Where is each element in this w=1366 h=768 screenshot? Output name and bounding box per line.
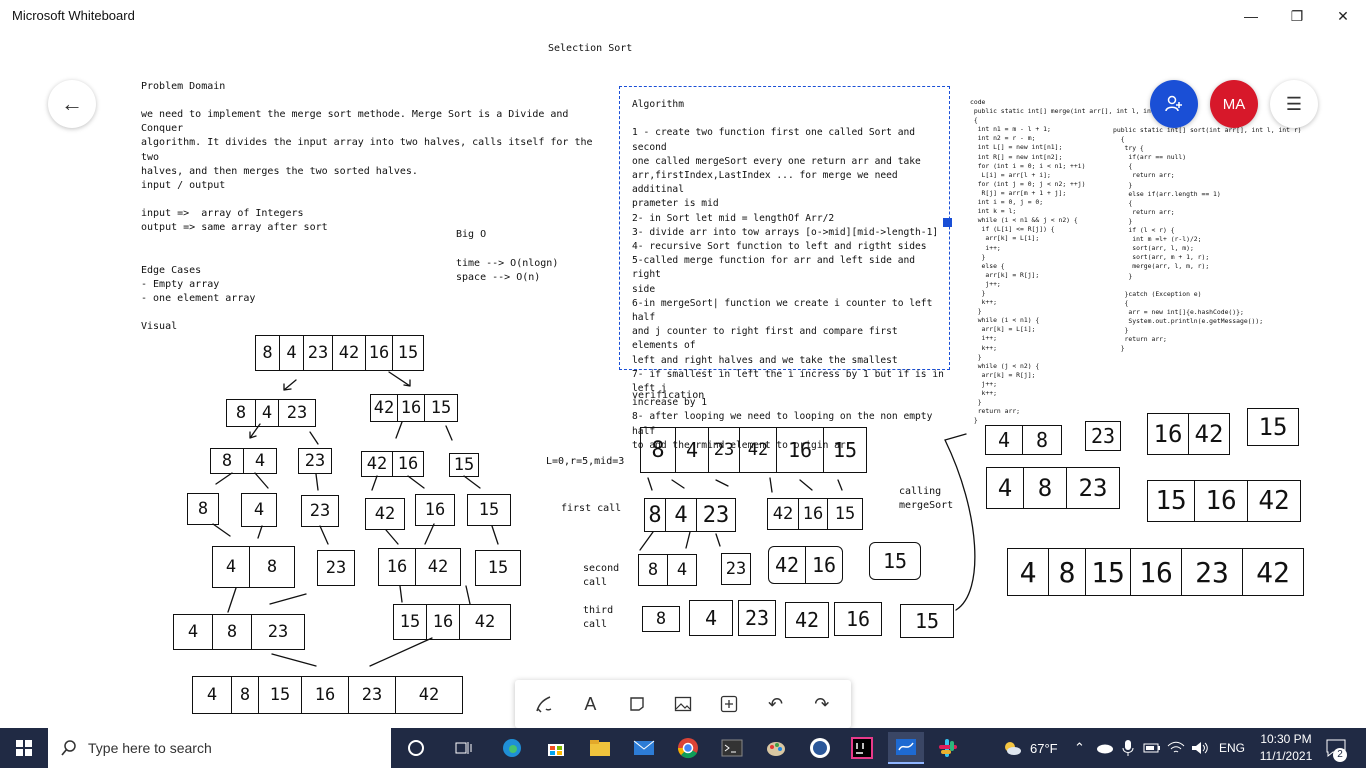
share-button[interactable] (1150, 80, 1198, 128)
app-icon[interactable] (804, 732, 836, 764)
add-person-icon (1165, 95, 1182, 112)
chrome-icon[interactable] (672, 732, 704, 764)
slack-icon[interactable] (932, 732, 964, 764)
undo-icon[interactable]: ↶ (759, 687, 793, 721)
insert-icon[interactable] (712, 687, 746, 721)
mail-icon[interactable] (628, 732, 660, 764)
redo-icon[interactable]: ↷ (805, 687, 839, 721)
weather-temp: 67°F (1030, 741, 1058, 756)
battery-icon[interactable] (1140, 732, 1164, 764)
chevron-up-icon[interactable]: ⌃ (1074, 740, 1085, 756)
windows-icon (16, 740, 32, 756)
ink-toolbar: A ↶ ↷ (515, 680, 851, 728)
terminal-icon[interactable] (716, 732, 748, 764)
edge-icon[interactable] (496, 732, 528, 764)
whiteboard-canvas[interactable]: Selection Sort Problem Domain we need to… (0, 32, 1366, 728)
minimize-button[interactable]: — (1228, 0, 1274, 32)
weather-icon[interactable] (996, 732, 1028, 764)
microphone-icon[interactable] (1116, 732, 1140, 764)
text-tool-icon[interactable]: A (573, 687, 607, 721)
close-button[interactable]: ✕ (1320, 0, 1366, 32)
avatar[interactable]: MA (1210, 80, 1258, 128)
cortana-icon[interactable] (400, 732, 432, 764)
onedrive-icon[interactable] (1092, 732, 1116, 764)
wifi-icon[interactable] (1164, 732, 1188, 764)
intellij-icon[interactable] (846, 732, 878, 764)
pen-icon[interactable] (527, 687, 561, 721)
search-box[interactable]: Type here to search (48, 728, 391, 768)
search-icon (61, 740, 76, 756)
file-explorer-icon[interactable] (584, 732, 616, 764)
clock-date[interactable]: 11/1/2021 (1256, 749, 1316, 763)
taskbar: Type here to search 67°F ⌃ ENG 10:30 PM … (0, 728, 1366, 768)
clock-time[interactable]: 10:30 PM (1256, 732, 1316, 746)
volume-icon[interactable] (1188, 732, 1212, 764)
search-placeholder: Type here to search (88, 740, 212, 756)
image-icon[interactable] (666, 687, 700, 721)
start-button[interactable] (8, 732, 40, 764)
notification-count-badge: 2 (1333, 748, 1347, 762)
back-button[interactable]: ← (48, 80, 96, 128)
ink-strokes (212, 371, 976, 667)
restore-button[interactable]: ❐ (1274, 0, 1320, 32)
paint-icon[interactable] (760, 732, 792, 764)
task-view-icon[interactable] (448, 732, 480, 764)
menu-button[interactable]: ☰ (1270, 80, 1318, 128)
store-icon[interactable] (540, 732, 572, 764)
note-icon[interactable] (620, 687, 654, 721)
app-title: Microsoft Whiteboard (12, 8, 135, 23)
language-indicator[interactable]: ENG (1219, 741, 1245, 755)
title-bar: Microsoft Whiteboard — ❐ ✕ (0, 0, 1366, 32)
whiteboard-taskbar-icon[interactable] (888, 732, 924, 764)
